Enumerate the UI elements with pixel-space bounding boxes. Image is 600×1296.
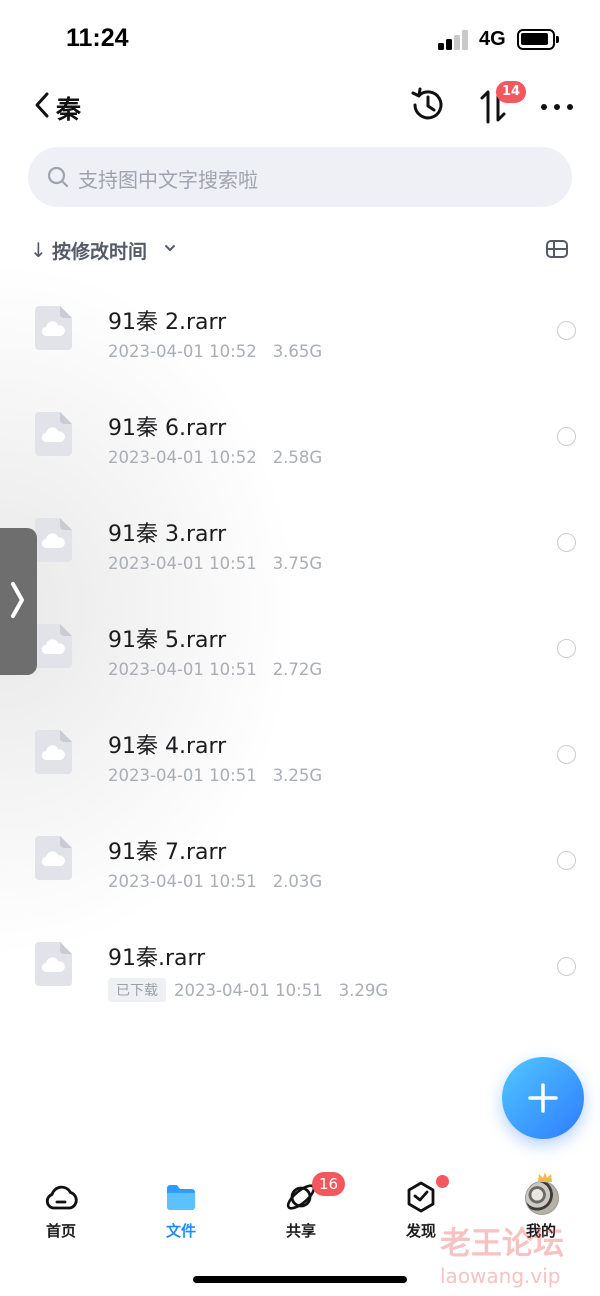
sort-direction-icon[interactable]: ↓ — [30, 238, 47, 262]
cloud-file-icon — [35, 730, 72, 774]
file-meta: 2023-04-01 10:52 2.58G — [108, 448, 322, 467]
nav-home[interactable]: 首页 — [11, 1162, 111, 1242]
avatar[interactable] — [525, 1181, 559, 1215]
list-item[interactable]: 91秦 5.rarr 2023-04-01 10:51 2.72G — [0, 588, 600, 694]
list-item[interactable]: 91秦 2.rarr 2023-04-01 10:52 3.65G — [0, 270, 600, 376]
file-size: 3.29G — [338, 981, 389, 1000]
more-icon[interactable] — [540, 102, 574, 112]
back-icon[interactable] — [32, 90, 52, 120]
cloud-file-icon — [35, 836, 72, 880]
battery-icon — [517, 29, 559, 50]
file-meta: 2023-04-01 10:51 3.25G — [108, 766, 322, 785]
select-radio[interactable] — [557, 533, 576, 552]
list-item[interactable]: 91秦.rarr 已下载 2023-04-01 10:51 3.29G — [0, 906, 600, 1012]
list-item[interactable]: 91秦 4.rarr 2023-04-01 10:51 3.25G — [0, 694, 600, 800]
side-drawer-handle[interactable] — [0, 528, 37, 675]
file-date: 2023-04-01 10:51 — [108, 660, 257, 679]
chevron-down-icon[interactable] — [163, 241, 177, 255]
cloud-file-icon — [35, 306, 72, 350]
transfer-badge: 14 — [496, 81, 527, 103]
home-indicator — [193, 1276, 407, 1283]
sort-row: ↓ 按修改时间 — [0, 232, 600, 268]
cloud-file-icon — [35, 942, 72, 986]
file-name: 91秦.rarr — [108, 946, 206, 971]
status-time: 11:24 — [66, 24, 129, 52]
select-radio[interactable] — [557, 321, 576, 340]
select-radio[interactable] — [557, 427, 576, 446]
file-name: 91秦 7.rarr — [108, 840, 227, 865]
chevron-right-icon — [11, 582, 24, 618]
file-name: 91秦 5.rarr — [108, 628, 227, 653]
file-date: 2023-04-01 10:52 — [108, 448, 257, 467]
discover-notification-dot — [436, 1175, 449, 1188]
crown-icon — [538, 1172, 552, 1182]
select-radio[interactable] — [557, 745, 576, 764]
nav-share-label: 共享 — [285, 1222, 316, 1240]
watermark-url: laowang.vip — [440, 1264, 561, 1288]
network-type: 4G — [479, 28, 506, 50]
file-size: 3.65G — [272, 342, 323, 361]
file-date: 2023-04-01 10:51 — [108, 872, 257, 891]
file-size: 2.58G — [272, 448, 323, 467]
signal-icon — [438, 30, 470, 50]
nav-home-label: 首页 — [45, 1222, 76, 1240]
file-meta: 2023-04-01 10:51 2.72G — [108, 660, 322, 679]
cloud-file-icon — [35, 518, 72, 562]
file-name: 91秦 2.rarr — [108, 310, 227, 335]
file-size: 2.03G — [272, 872, 323, 891]
file-date: 2023-04-01 10:51 — [174, 981, 323, 1000]
folder-icon — [167, 1185, 195, 1210]
file-name: 91秦 4.rarr — [108, 734, 227, 759]
file-size: 3.25G — [272, 766, 323, 785]
add-button[interactable] — [502, 1057, 584, 1139]
share-badge: 16 — [312, 1172, 345, 1196]
nav-files[interactable]: 文件 — [131, 1162, 231, 1242]
file-name: 91秦 6.rarr — [108, 416, 227, 441]
plus-icon — [528, 1083, 558, 1113]
cloud-file-icon — [35, 624, 72, 668]
view-mode-icon[interactable] — [545, 238, 569, 260]
search-input[interactable]: 支持图中文字搜索啦 — [28, 147, 572, 207]
watermark-text: 老王论坛 — [440, 1226, 564, 1262]
search-icon — [47, 166, 69, 188]
nav-files-label: 文件 — [165, 1222, 196, 1240]
search-placeholder: 支持图中文字搜索啦 — [78, 168, 258, 192]
select-radio[interactable] — [557, 639, 576, 658]
file-date: 2023-04-01 10:51 — [108, 554, 257, 573]
discover-cube-icon — [407, 1181, 435, 1213]
status-bar: 11:24 4G — [0, 0, 600, 80]
history-icon[interactable] — [409, 86, 447, 124]
file-meta: 2023-04-01 10:51 3.75G — [108, 554, 322, 573]
sort-label[interactable]: 按修改时间 — [52, 237, 147, 264]
list-item[interactable]: 91秦 7.rarr 2023-04-01 10:51 2.03G — [0, 800, 600, 906]
select-radio[interactable] — [557, 851, 576, 870]
file-meta: 2023-04-01 10:51 2.03G — [108, 872, 322, 891]
file-meta: 2023-04-01 10:52 3.65G — [108, 342, 322, 361]
file-size: 2.72G — [272, 660, 323, 679]
cloud-file-icon — [35, 412, 72, 456]
file-size: 3.75G — [272, 554, 323, 573]
select-radio[interactable] — [557, 957, 576, 976]
page-title: 秦 — [56, 95, 82, 124]
file-meta: 已下载 2023-04-01 10:51 3.29G — [108, 978, 388, 1002]
home-cloud-icon — [45, 1185, 78, 1210]
file-date: 2023-04-01 10:52 — [108, 342, 257, 361]
downloaded-tag: 已下载 — [108, 978, 166, 1002]
file-name: 91秦 3.rarr — [108, 522, 227, 547]
list-item[interactable]: 91秦 6.rarr 2023-04-01 10:52 2.58G — [0, 376, 600, 482]
file-date: 2023-04-01 10:51 — [108, 766, 257, 785]
list-item[interactable]: 91秦 3.rarr 2023-04-01 10:51 3.75G — [0, 482, 600, 588]
